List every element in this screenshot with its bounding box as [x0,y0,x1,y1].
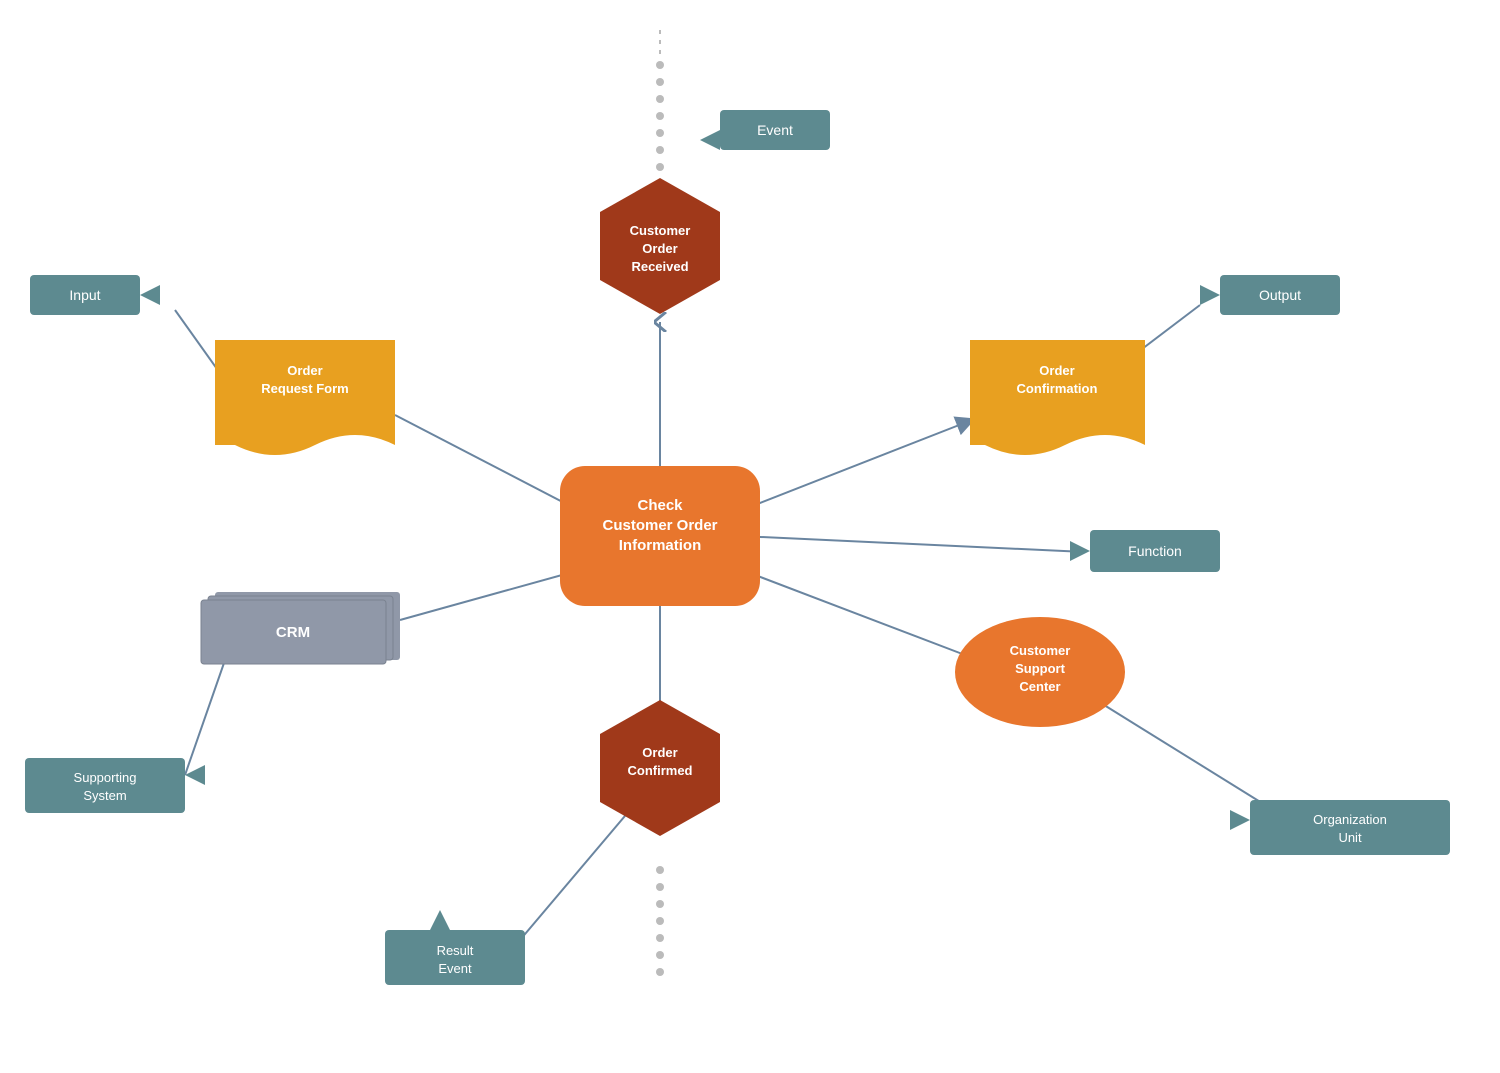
svg-text:Organization: Organization [1313,812,1387,827]
org-unit-label-box [1250,800,1450,855]
svg-text:Order: Order [642,241,677,256]
svg-text:Center: Center [1019,679,1060,694]
center-node [560,466,760,606]
output-doc-node [970,340,1145,455]
svg-text:Function: Function [1128,543,1182,559]
svg-text:Customer Order: Customer Order [602,517,717,534]
svg-text:CRM: CRM [276,624,310,641]
svg-text:Request Form: Request Form [261,381,348,396]
svg-text:Support: Support [1015,661,1065,676]
svg-text:Supporting: Supporting [74,770,137,785]
supporting-system-label-box [25,758,185,813]
diagram: Check Customer Order Information Custome… [0,0,1500,1073]
svg-text:Input: Input [69,287,100,303]
svg-text:Confirmed: Confirmed [628,763,693,778]
input-doc-node [215,340,395,455]
svg-text:Customer: Customer [1010,643,1071,658]
svg-text:Order: Order [1039,363,1074,378]
svg-text:Customer: Customer [630,223,691,238]
svg-text:Received: Received [631,259,688,274]
svg-text:Event: Event [438,961,472,976]
svg-text:Information: Information [619,537,702,554]
svg-text:Order: Order [642,745,677,760]
svg-text:Event: Event [757,122,793,138]
svg-text:Confirmation: Confirmation [1017,381,1098,396]
svg-text:Result: Result [437,943,474,958]
svg-text:Unit: Unit [1338,830,1362,845]
svg-text:Output: Output [1259,287,1301,303]
svg-text:Order: Order [287,363,322,378]
center-label: Check [637,497,683,514]
svg-text:System: System [83,788,126,803]
